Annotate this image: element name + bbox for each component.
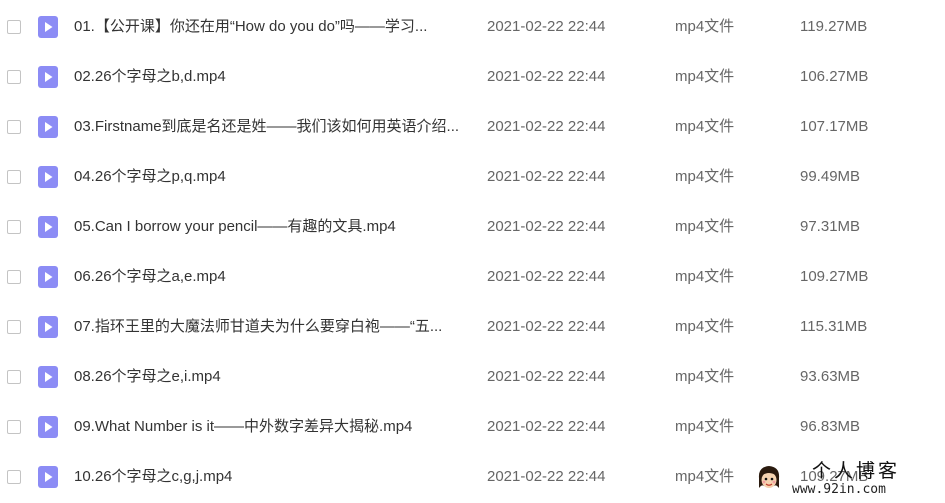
file-name[interactable]: 04.26个字母之p,q.mp4 xyxy=(74,167,474,187)
file-type: mp4文件 xyxy=(675,68,735,85)
file-row[interactable]: 02.26个字母之b,d.mp4 2021-02-22 22:44 mp4文件 … xyxy=(0,53,945,103)
row-checkbox[interactable] xyxy=(7,20,21,34)
file-type: mp4文件 xyxy=(675,118,735,135)
video-file-icon xyxy=(38,16,58,38)
file-size: 106.27MB xyxy=(800,68,869,85)
file-row[interactable]: 01.【公开课】你还在用“How do you do”吗——学习... 2021… xyxy=(0,3,945,53)
file-size: 97.31MB xyxy=(800,218,861,235)
file-type: mp4文件 xyxy=(675,318,735,335)
file-name[interactable]: 02.26个字母之b,d.mp4 xyxy=(74,67,474,87)
file-row[interactable]: 08.26个字母之e,i.mp4 2021-02-22 22:44 mp4文件 … xyxy=(0,353,945,403)
file-row[interactable]: 07.指环王里的大魔法师甘道夫为什么要穿白袍——“五... 2021-02-22… xyxy=(0,303,945,353)
file-date: 2021-02-22 22:44 xyxy=(487,118,606,135)
video-file-icon xyxy=(38,166,58,188)
file-name[interactable]: 10.26个字母之c,g,j.mp4 xyxy=(74,467,474,487)
row-checkbox[interactable] xyxy=(7,370,21,384)
blog-watermark: 个人博客 www.92in.com xyxy=(752,458,942,500)
video-file-icon xyxy=(38,66,58,88)
file-size: 93.63MB xyxy=(800,368,861,385)
file-date: 2021-02-22 22:44 xyxy=(487,168,606,185)
file-type: mp4文件 xyxy=(675,268,735,285)
file-type: mp4文件 xyxy=(675,418,735,435)
file-name[interactable]: 06.26个字母之a,e.mp4 xyxy=(74,267,474,287)
file-list: 01.【公开课】你还在用“How do you do”吗——学习... 2021… xyxy=(0,3,945,503)
video-file-icon xyxy=(38,216,58,238)
file-row[interactable]: 04.26个字母之p,q.mp4 2021-02-22 22:44 mp4文件 … xyxy=(0,153,945,203)
row-checkbox[interactable] xyxy=(7,420,21,434)
file-name[interactable]: 03.Firstname到底是名还是姓——我们该如何用英语介绍... xyxy=(74,117,474,137)
file-row[interactable]: 03.Firstname到底是名还是姓——我们该如何用英语介绍... 2021-… xyxy=(0,103,945,153)
file-name[interactable]: 01.【公开课】你还在用“How do you do”吗——学习... xyxy=(74,17,474,37)
row-checkbox[interactable] xyxy=(7,470,21,484)
file-type: mp4文件 xyxy=(675,168,735,185)
file-size: 119.27MB xyxy=(800,18,868,35)
file-date: 2021-02-22 22:44 xyxy=(487,268,606,285)
file-name[interactable]: 07.指环王里的大魔法师甘道夫为什么要穿白袍——“五... xyxy=(74,317,474,337)
row-checkbox[interactable] xyxy=(7,170,21,184)
file-date: 2021-02-22 22:44 xyxy=(487,18,606,35)
file-date: 2021-02-22 22:44 xyxy=(487,218,606,235)
file-row[interactable]: 06.26个字母之a,e.mp4 2021-02-22 22:44 mp4文件 … xyxy=(0,253,945,303)
file-date: 2021-02-22 22:44 xyxy=(487,468,606,485)
file-size: 115.31MB xyxy=(800,318,868,335)
file-type: mp4文件 xyxy=(675,218,735,235)
row-checkbox[interactable] xyxy=(7,270,21,284)
row-checkbox[interactable] xyxy=(7,120,21,134)
file-date: 2021-02-22 22:44 xyxy=(487,368,606,385)
file-date: 2021-02-22 22:44 xyxy=(487,68,606,85)
file-name[interactable]: 09.What Number is it——中外数字差异大揭秘.mp4 xyxy=(74,417,474,437)
file-date: 2021-02-22 22:44 xyxy=(487,418,606,435)
video-file-icon xyxy=(38,416,58,438)
row-checkbox[interactable] xyxy=(7,320,21,334)
file-name[interactable]: 05.Can I borrow your pencil——有趣的文具.mp4 xyxy=(74,217,474,237)
cartoon-face-icon xyxy=(756,464,782,494)
file-row[interactable]: 09.What Number is it——中外数字差异大揭秘.mp4 2021… xyxy=(0,403,945,453)
file-size: 99.49MB xyxy=(800,168,861,185)
video-file-icon xyxy=(38,316,58,338)
file-type: mp4文件 xyxy=(675,468,735,485)
video-file-icon xyxy=(38,366,58,388)
file-type: mp4文件 xyxy=(675,368,735,385)
video-file-icon xyxy=(38,266,58,288)
file-row[interactable]: 05.Can I borrow your pencil——有趣的文具.mp4 2… xyxy=(0,203,945,253)
watermark-title: 个人博客 xyxy=(812,460,901,482)
file-name[interactable]: 08.26个字母之e,i.mp4 xyxy=(74,367,474,387)
video-file-icon xyxy=(38,466,58,488)
file-size: 107.17MB xyxy=(800,118,869,135)
row-checkbox[interactable] xyxy=(7,70,21,84)
video-file-icon xyxy=(38,116,58,138)
watermark-url: www.92in.com xyxy=(792,482,886,497)
file-date: 2021-02-22 22:44 xyxy=(487,318,606,335)
file-size: 109.27MB xyxy=(800,268,869,285)
file-size: 96.83MB xyxy=(800,418,861,435)
file-type: mp4文件 xyxy=(675,18,735,35)
row-checkbox[interactable] xyxy=(7,220,21,234)
